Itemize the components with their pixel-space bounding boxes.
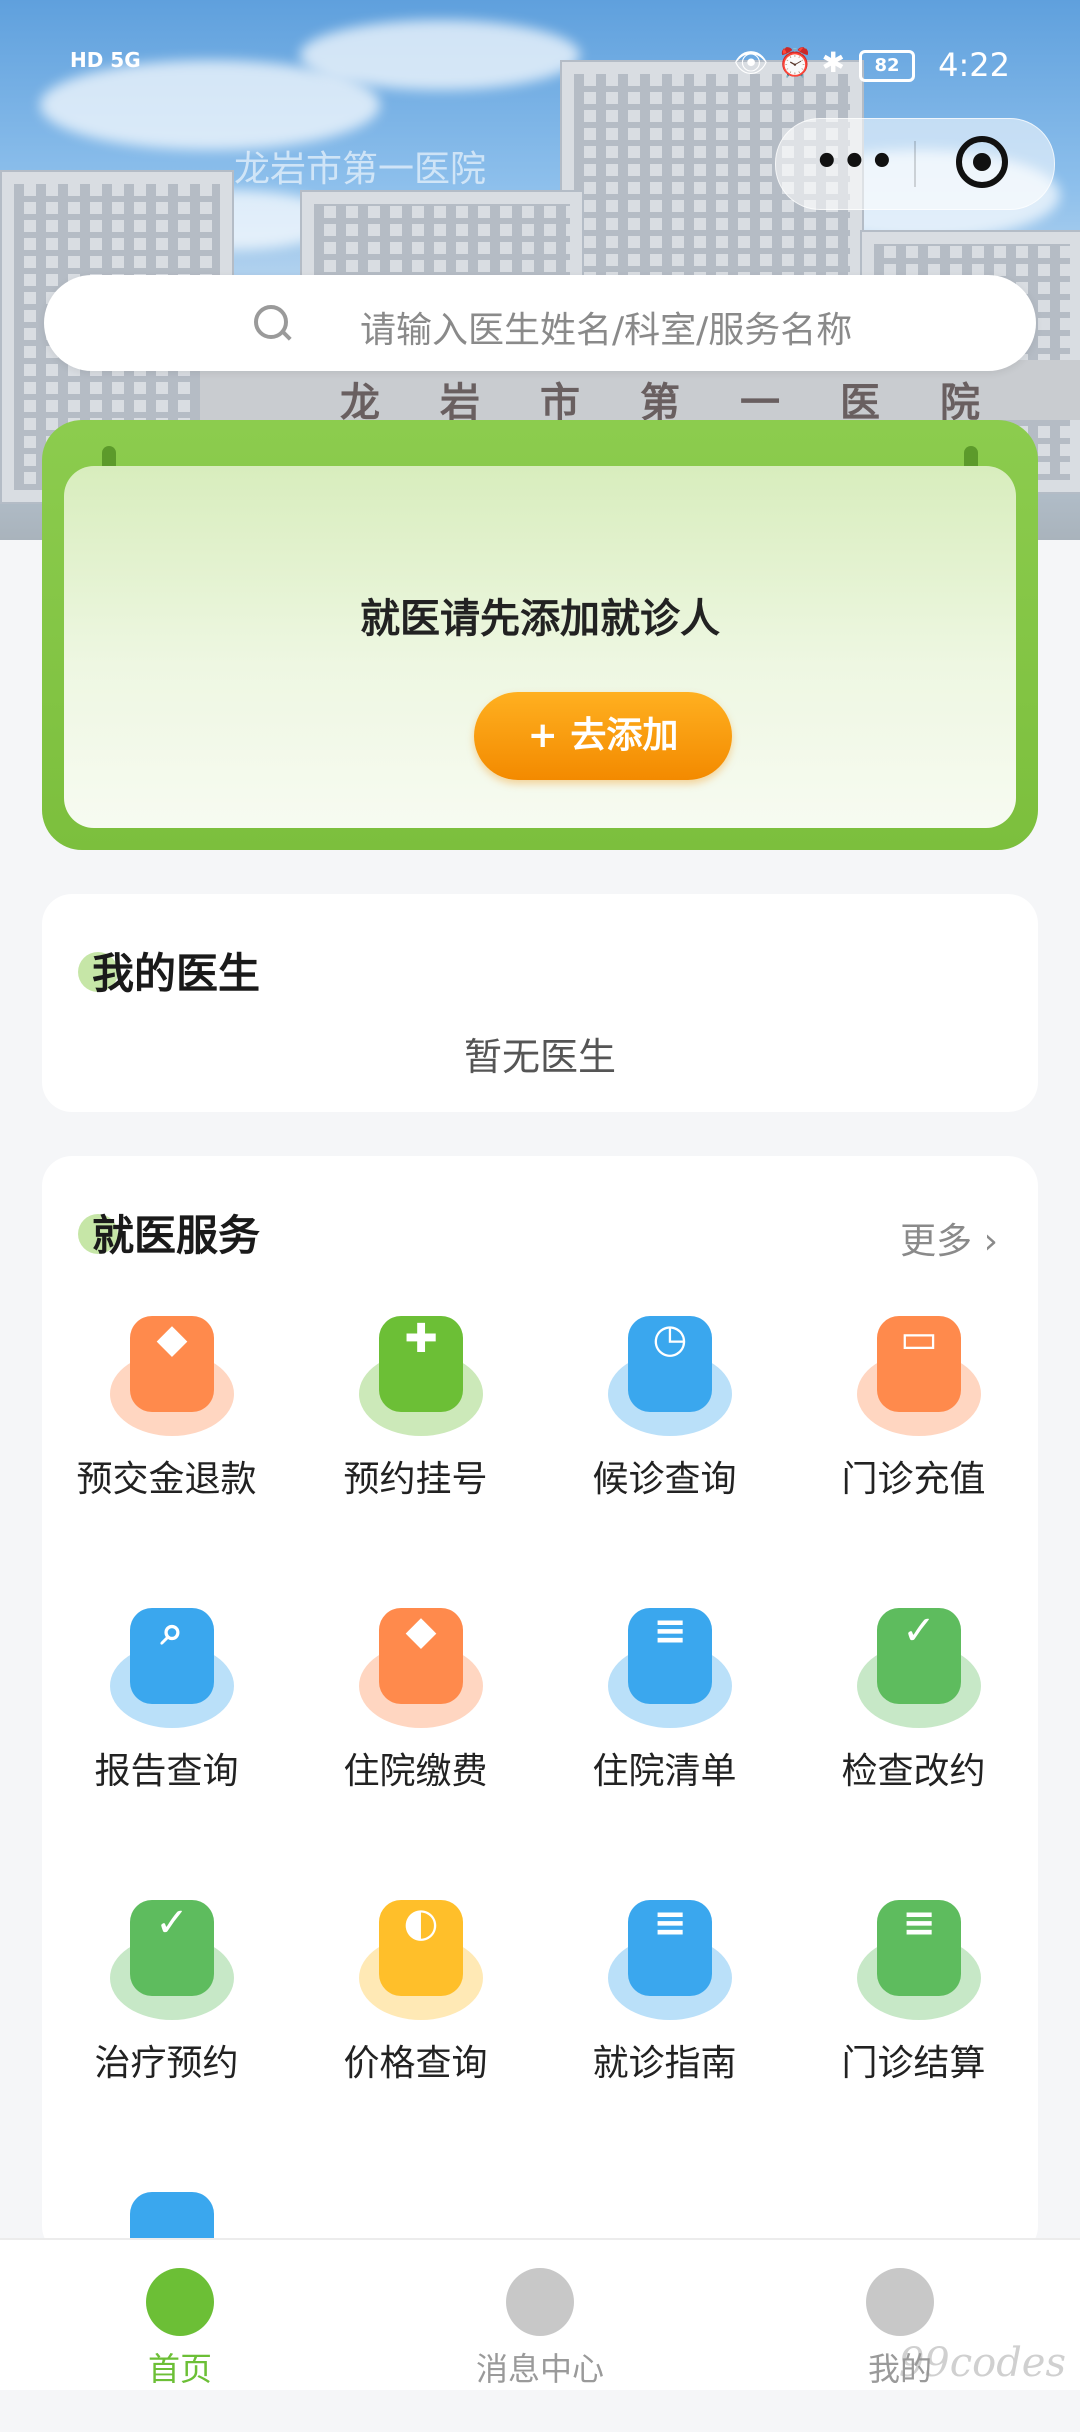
status-icons: 👁 ⏰ ✱ (733, 46, 845, 79)
treatment-calendar-icon: ✓ (110, 1900, 234, 2020)
money-bag-icon: ◆ (359, 1608, 483, 1728)
service-item[interactable]: ▭ 门诊充值 (789, 1306, 1038, 1556)
watermark: 99codes (898, 2340, 1066, 2386)
service-label: 报告查询 (94, 1751, 239, 1792)
add-patient-card: 就医请先添加就诊人 + 去添加 (42, 420, 1038, 850)
service-item[interactable]: ≡ 就诊指南 (540, 1890, 789, 2140)
cross-badge-icon: ✚ (359, 1316, 483, 1436)
search-input[interactable]: 请输入医生姓名/科室/服务名称 (44, 275, 1036, 371)
section-title: 我的医生 (92, 949, 261, 998)
service-label: 住院清单 (592, 1751, 737, 1792)
service-label: 门诊充值 (841, 1459, 986, 1500)
wallet-icon: ▭ (857, 1316, 981, 1436)
page-title: 龙岩市第一医院 (233, 149, 486, 190)
home-icon (146, 2268, 214, 2336)
medical-services-card: 就医服务 更多 › ◆ 预交金退款 ✚ 预约挂号 ◷ 候诊查询 ▭ 门诊充值 ⌕ 报告查询 ◆ 住院缴… (42, 1156, 1038, 2312)
search-placeholder: 请输入医生姓名/科室/服务名称 (360, 310, 853, 351)
service-item[interactable]: ◆ 预交金退款 (42, 1306, 291, 1556)
service-label: 就诊指南 (592, 2043, 737, 2084)
add-patient-message: 就医请先添加就诊人 (360, 596, 720, 642)
service-label: 价格查询 (343, 2043, 488, 2084)
service-label: 候诊查询 (592, 1459, 737, 1500)
my-doctor-card: 我的医生 暂无医生 (42, 894, 1038, 1112)
receipt-icon: ≡ (857, 1900, 981, 2020)
network-indicator: HD 5G (70, 48, 141, 72)
more-link[interactable]: 更多 › (900, 1212, 998, 1264)
message-icon (506, 2268, 574, 2336)
battery-icon: 82 (859, 50, 915, 82)
ticket-icon: ≡ (608, 1608, 732, 1728)
chair-icon: ◷ (608, 1316, 732, 1436)
clipboard-search-icon: ⌕ (110, 1608, 234, 1728)
exam-calendar-icon: ✓ (857, 1608, 981, 1728)
service-label: 检查改约 (841, 1751, 986, 1792)
tab-message[interactable]: 消息中心 (360, 2240, 720, 2390)
service-label: 门诊结算 (841, 2043, 986, 2084)
service-item[interactable]: ✓ 检查改约 (789, 1598, 1038, 1848)
close-target-icon[interactable] (956, 136, 1008, 188)
service-item[interactable]: ✚ 预约挂号 (291, 1306, 540, 1556)
service-item[interactable]: ≡ 门诊结算 (789, 1890, 1038, 2140)
tab-home[interactable]: 首页 (0, 2240, 360, 2390)
money-bag-icon: ◆ (110, 1316, 234, 1436)
service-item[interactable]: ⌕ 报告查询 (42, 1598, 291, 1848)
miniprogram-capsule: ••• (775, 118, 1055, 210)
clock: 4:22 (938, 46, 1010, 84)
add-patient-button[interactable]: + 去添加 (474, 692, 732, 780)
service-label: 预交金退款 (76, 1459, 257, 1500)
status-bar: HD 5G 👁 ⏰ ✱ 82 4:22 (0, 40, 1080, 90)
tab-label: 首页 (147, 2350, 212, 2388)
service-label: 住院缴费 (343, 1751, 488, 1792)
service-label: 预约挂号 (343, 1459, 488, 1500)
tab-label: 消息中心 (475, 2350, 604, 2388)
service-item[interactable]: ◐ 价格查询 (291, 1890, 540, 2140)
service-label: 治疗预约 (94, 2043, 239, 2084)
service-item[interactable]: ◷ 候诊查询 (540, 1306, 789, 1556)
section-title: 就医服务 (92, 1211, 261, 1260)
service-item[interactable]: ◆ 住院缴费 (291, 1598, 540, 1848)
price-tag-icon: ◐ (359, 1900, 483, 2020)
service-item[interactable]: ≡ 住院清单 (540, 1598, 789, 1848)
empty-doctor-text: 暂无医生 (463, 1035, 616, 1079)
profile-icon (866, 2268, 934, 2336)
guide-book-icon: ≡ (608, 1900, 732, 2020)
service-item[interactable]: ✓ 治疗预约 (42, 1890, 291, 2140)
more-menu-button[interactable]: ••• (814, 139, 897, 185)
search-icon (254, 305, 288, 339)
